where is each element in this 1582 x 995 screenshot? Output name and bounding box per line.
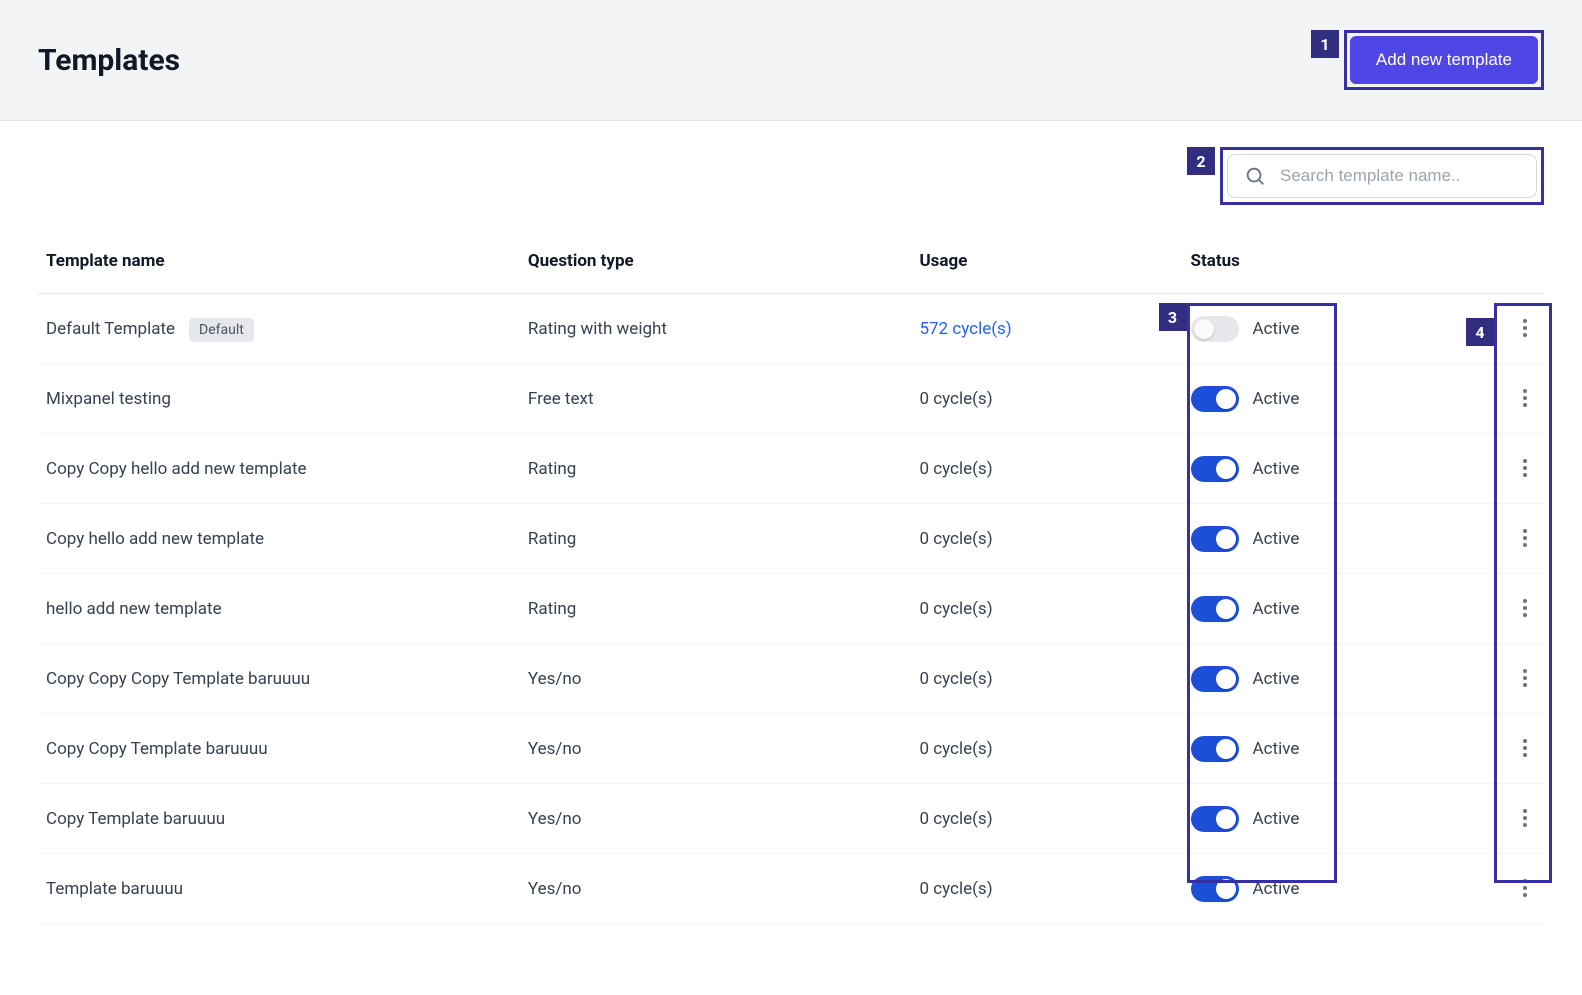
row-menu-button[interactable] bbox=[1514, 524, 1536, 552]
status-label: Active bbox=[1253, 879, 1300, 899]
template-name: Copy Copy Template baruuuu bbox=[46, 739, 268, 759]
question-type: Yes/no bbox=[520, 854, 912, 924]
table-row: Copy hello add new template Rating 0 cycle… bbox=[38, 504, 1544, 574]
status-label: Active bbox=[1253, 319, 1300, 339]
callout-badge-1: 1 bbox=[1311, 30, 1339, 58]
status-label: Active bbox=[1253, 459, 1300, 479]
usage-value[interactable]: 572 cycle(s) bbox=[919, 319, 1011, 339]
table-wrap: Template name Question type Usage Status… bbox=[0, 215, 1582, 964]
search-input[interactable] bbox=[1280, 166, 1520, 186]
question-type: Rating bbox=[520, 574, 912, 644]
template-name: Copy Copy hello add new template bbox=[46, 459, 307, 479]
template-name: Copy hello add new template bbox=[46, 529, 264, 549]
table-row: hello add new template Rating 0 cycle(s) Ac… bbox=[38, 574, 1544, 644]
kebab-icon bbox=[1522, 458, 1528, 478]
page-title: Templates bbox=[38, 43, 180, 78]
status-toggle[interactable] bbox=[1191, 456, 1239, 482]
row-menu-button[interactable] bbox=[1514, 804, 1536, 832]
row-menu-button[interactable] bbox=[1514, 384, 1536, 412]
table-row: Copy Template baruuuu Yes/no 0 cycle(s) Act… bbox=[38, 784, 1544, 854]
kebab-icon bbox=[1522, 598, 1528, 618]
usage-value: 0 cycle(s) bbox=[919, 739, 992, 759]
usage-value: 0 cycle(s) bbox=[919, 459, 992, 479]
question-type: Rating with weight bbox=[520, 294, 912, 364]
kebab-icon bbox=[1522, 878, 1528, 898]
usage-value: 0 cycle(s) bbox=[919, 809, 992, 829]
kebab-icon bbox=[1522, 528, 1528, 548]
search-row: 2 bbox=[0, 121, 1582, 215]
table-row: Copy Copy Copy Template baruuuu Yes/no 0 c… bbox=[38, 644, 1544, 714]
row-menu-button[interactable] bbox=[1514, 594, 1536, 622]
status-toggle[interactable] bbox=[1191, 596, 1239, 622]
table-row: Mixpanel testing Free text 0 cycle(s) Activ… bbox=[38, 364, 1544, 434]
templates-table: Template name Question type Usage Status… bbox=[38, 235, 1544, 924]
status-label: Active bbox=[1253, 529, 1300, 549]
template-name: Default Template bbox=[46, 319, 175, 339]
status-toggle[interactable] bbox=[1191, 666, 1239, 692]
search-box[interactable] bbox=[1227, 154, 1537, 198]
row-menu-button[interactable] bbox=[1514, 734, 1536, 762]
default-badge: Default bbox=[189, 318, 254, 342]
callout-badge-2: 2 bbox=[1187, 147, 1215, 175]
col-header-menu bbox=[1454, 235, 1544, 294]
usage-value: 0 cycle(s) bbox=[919, 879, 992, 899]
status-label: Active bbox=[1253, 389, 1300, 409]
col-header-name: Template name bbox=[38, 235, 520, 294]
template-name: Copy Copy Copy Template baruuuu bbox=[46, 669, 310, 689]
row-menu-button[interactable] bbox=[1514, 314, 1536, 342]
kebab-icon bbox=[1522, 738, 1528, 758]
usage-value: 0 cycle(s) bbox=[919, 389, 992, 409]
status-toggle[interactable] bbox=[1191, 876, 1239, 902]
callout-1-frame: 1 Add new template bbox=[1344, 30, 1544, 90]
row-menu-button[interactable] bbox=[1514, 664, 1536, 692]
col-header-type: Question type bbox=[520, 235, 912, 294]
page-header: Templates 1 Add new template bbox=[0, 0, 1582, 121]
template-name: hello add new template bbox=[46, 599, 222, 619]
row-menu-button[interactable] bbox=[1514, 874, 1536, 902]
template-name: Copy Template baruuuu bbox=[46, 809, 225, 829]
status-toggle[interactable] bbox=[1191, 806, 1239, 832]
table-row: Default Template Default Rating with weigh… bbox=[38, 294, 1544, 364]
col-header-status: Status bbox=[1183, 235, 1454, 294]
usage-value: 0 cycle(s) bbox=[919, 529, 992, 549]
template-name: Template baruuuu bbox=[46, 879, 183, 899]
search-icon bbox=[1244, 165, 1266, 187]
status-toggle[interactable] bbox=[1191, 316, 1239, 342]
callout-2-frame: 2 bbox=[1220, 147, 1544, 205]
usage-value: 0 cycle(s) bbox=[919, 599, 992, 619]
kebab-icon bbox=[1522, 808, 1528, 828]
row-menu-button[interactable] bbox=[1514, 454, 1536, 482]
status-label: Active bbox=[1253, 669, 1300, 689]
status-toggle[interactable] bbox=[1191, 736, 1239, 762]
status-label: Active bbox=[1253, 809, 1300, 829]
status-toggle[interactable] bbox=[1191, 386, 1239, 412]
add-new-template-button[interactable]: Add new template bbox=[1350, 36, 1538, 84]
table-row: Copy Copy hello add new template Rating 0 … bbox=[38, 434, 1544, 504]
status-toggle[interactable] bbox=[1191, 526, 1239, 552]
question-type: Yes/no bbox=[520, 644, 912, 714]
col-header-usage: Usage bbox=[911, 235, 1182, 294]
table-row: Template baruuuu Yes/no 0 cycle(s) Active bbox=[38, 854, 1544, 924]
question-type: Rating bbox=[520, 434, 912, 504]
question-type: Yes/no bbox=[520, 784, 912, 854]
kebab-icon bbox=[1522, 318, 1528, 338]
status-label: Active bbox=[1253, 599, 1300, 619]
kebab-icon bbox=[1522, 388, 1528, 408]
kebab-icon bbox=[1522, 668, 1528, 688]
question-type: Yes/no bbox=[520, 714, 912, 784]
question-type: Free text bbox=[520, 364, 912, 434]
question-type: Rating bbox=[520, 504, 912, 574]
table-row: Copy Copy Template baruuuu Yes/no 0 cycle(… bbox=[38, 714, 1544, 784]
usage-value: 0 cycle(s) bbox=[919, 669, 992, 689]
template-name: Mixpanel testing bbox=[46, 389, 171, 409]
status-label: Active bbox=[1253, 739, 1300, 759]
